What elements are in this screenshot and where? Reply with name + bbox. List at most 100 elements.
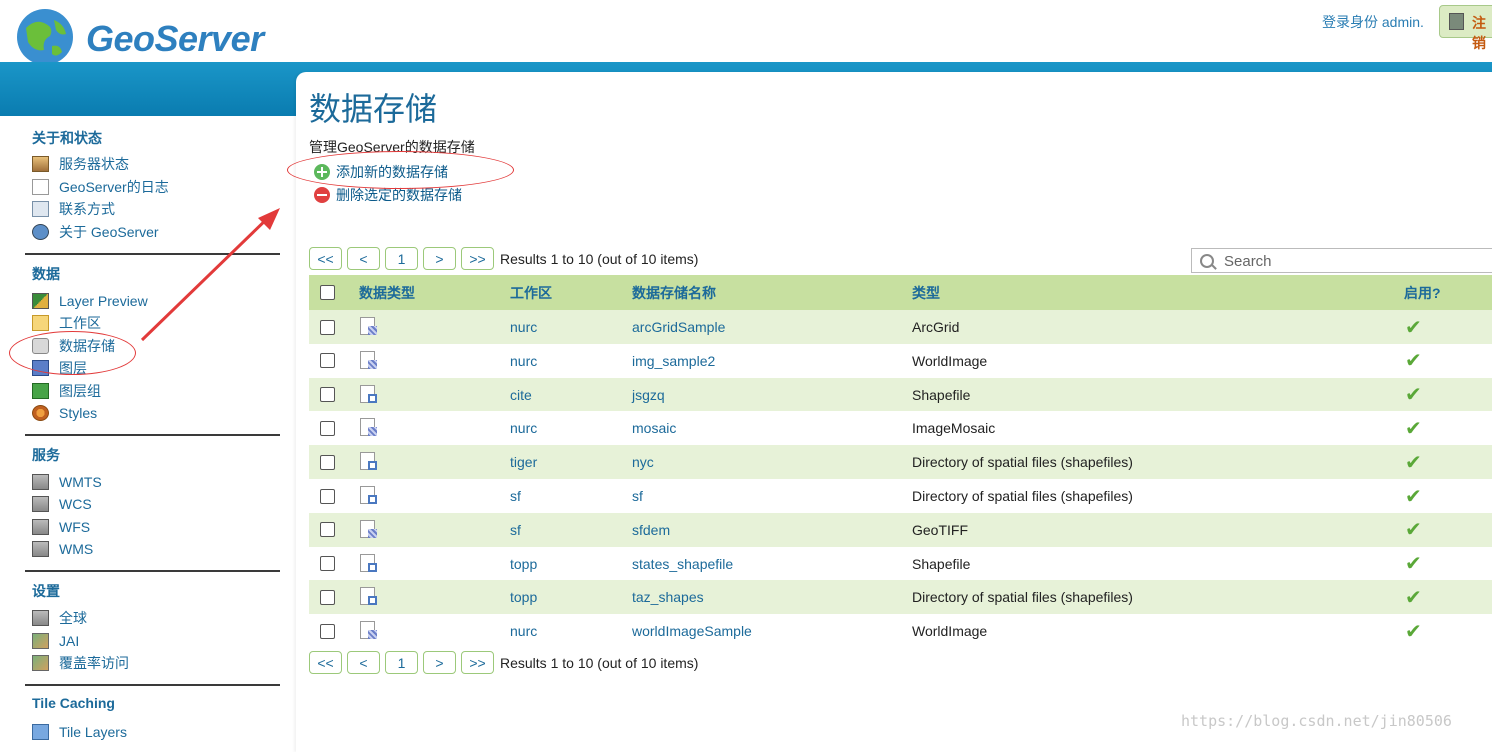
workspace-link[interactable]: topp [510,556,537,572]
row-checkbox[interactable] [320,488,335,504]
row-checkbox[interactable] [320,353,335,369]
vector-store-icon [360,553,377,574]
sidebar-item-server-status[interactable]: 服务器状态 [32,154,129,174]
column-header-enabled[interactable]: 启用? [1404,275,1441,310]
sidebar-item-styles[interactable]: Styles [32,403,97,423]
sidebar-section-about: 关于和状态 [32,130,102,146]
last-page-button[interactable]: >> [461,651,494,674]
store-name-link[interactable]: worldImageSample [632,623,752,639]
last-page-button[interactable]: >> [461,247,494,270]
store-name-link[interactable]: mosaic [632,420,676,436]
raster-store-icon [360,350,377,371]
workspace-link[interactable]: nurc [510,319,537,335]
select-all-checkbox[interactable] [320,285,335,300]
log-icon [32,179,49,195]
column-header-workspace[interactable]: 工作区 [510,275,552,310]
sidebar-item-contact[interactable]: 联系方式 [32,199,115,219]
store-name-cell: sfdem [632,513,670,547]
workspace-link[interactable]: topp [510,589,537,605]
service-icon [32,541,49,557]
sidebar-item-wmts[interactable]: WMTS [32,472,102,492]
first-page-button[interactable]: << [309,247,342,270]
row-checkbox[interactable] [320,589,335,605]
type-cell: ImageMosaic [912,420,996,437]
page-number-button[interactable]: 1 [385,247,418,270]
sidebar-item-wms[interactable]: WMS [32,539,93,559]
row-select-cell [320,479,335,513]
store-name-link[interactable]: img_sample2 [632,353,715,369]
sidebar-item-log[interactable]: GeoServer的日志 [32,177,169,197]
row-checkbox[interactable] [320,454,335,470]
door-icon [1449,13,1464,30]
row-checkbox[interactable] [320,522,335,538]
row-checkbox[interactable] [320,387,335,403]
row-select-cell [320,445,335,479]
sidebar-item-workspaces[interactable]: 工作区 [32,313,101,333]
sidebar-item-global[interactable]: 全球 [32,608,87,628]
store-name-link[interactable]: sf [632,488,643,504]
prev-page-button[interactable]: < [347,247,380,270]
store-name-link[interactable]: states_shapefile [632,556,733,572]
next-page-button[interactable]: > [423,247,456,270]
store-name-link[interactable]: taz_shapes [632,589,704,605]
annotation-ellipse-datastore [9,331,136,375]
column-header-type[interactable]: 类型 [912,275,940,310]
workspace-link[interactable]: tiger [510,454,537,470]
sidebar-item-wcs[interactable]: WCS [32,494,92,514]
row-select-cell [320,344,335,378]
data-type-cell [360,378,377,412]
workspace-link[interactable]: nurc [510,353,537,369]
header: GeoServer 登录身份 admin. 注销 [0,0,1492,65]
column-header-store-name[interactable]: 数据存储名称 [632,275,716,310]
workspace-link[interactable]: nurc [510,623,537,639]
sidebar-item-tile-layers[interactable]: Tile Layers [32,722,127,742]
enabled-cell: ✔ [1405,547,1422,581]
layer-group-icon [32,383,49,399]
data-type-cell [360,479,377,513]
annotation-arrow-icon [140,208,280,342]
data-type-cell [360,513,377,547]
table-row: topp states_shapefile Shapefile ✔ [309,546,1492,581]
row-checkbox[interactable] [320,319,335,335]
workspace-cell: topp [510,580,537,614]
raster-store-icon [360,519,377,540]
logo-text: GeoServer [86,18,264,59]
workspace-link[interactable]: nurc [510,420,537,436]
vector-store-icon [360,384,377,405]
sidebar-item-jai[interactable]: JAI [32,631,79,651]
table-row: nurc arcGridSample ArcGrid ✔ [309,310,1492,344]
store-name-link[interactable]: nyc [632,454,654,470]
page-number-button[interactable]: 1 [385,651,418,674]
logout-label: 注销 [1472,15,1486,51]
sidebar-item-label: GeoServer的日志 [59,179,169,195]
row-checkbox[interactable] [320,420,335,436]
workspace-link[interactable]: sf [510,522,521,538]
row-checkbox[interactable] [320,556,335,572]
column-header-data-type[interactable]: 数据类型 [359,275,415,310]
sidebar-item-layer-groups[interactable]: 图层组 [32,381,101,401]
raster-store-icon [360,418,377,438]
store-name-link[interactable]: sfdem [632,522,670,538]
type-cell: Directory of spatial files (shapefiles) [912,589,1133,606]
next-page-button[interactable]: > [423,651,456,674]
search-input[interactable] [1222,251,1486,272]
pager-top: << < 1 > >> Results 1 to 10 (out of 10 i… [309,247,698,270]
page-title: 数据存储 [309,91,438,127]
logout-button[interactable]: 注销 [1439,5,1492,51]
enabled-cell: ✔ [1405,614,1422,648]
first-page-button[interactable]: << [309,651,342,674]
search-box [1191,248,1492,273]
store-name-link[interactable]: arcGridSample [632,319,725,335]
service-icon [32,474,49,490]
sidebar-item-wfs[interactable]: WFS [32,517,90,537]
workspace-link[interactable]: cite [510,387,532,403]
table-row: nurc worldImageSample WorldImage ✔ [309,614,1492,649]
workspace-link[interactable]: sf [510,488,521,504]
row-checkbox[interactable] [320,623,335,639]
prev-page-button[interactable]: < [347,651,380,674]
sidebar-item-coverage-access[interactable]: 覆盖率访问 [32,653,129,673]
store-name-link[interactable]: jsgzq [632,387,665,403]
sidebar-item-label: JAI [59,633,80,649]
pager-info: Results 1 to 10 (out of 10 items) [500,654,699,671]
geoserver-logo-icon[interactable] [14,6,76,68]
